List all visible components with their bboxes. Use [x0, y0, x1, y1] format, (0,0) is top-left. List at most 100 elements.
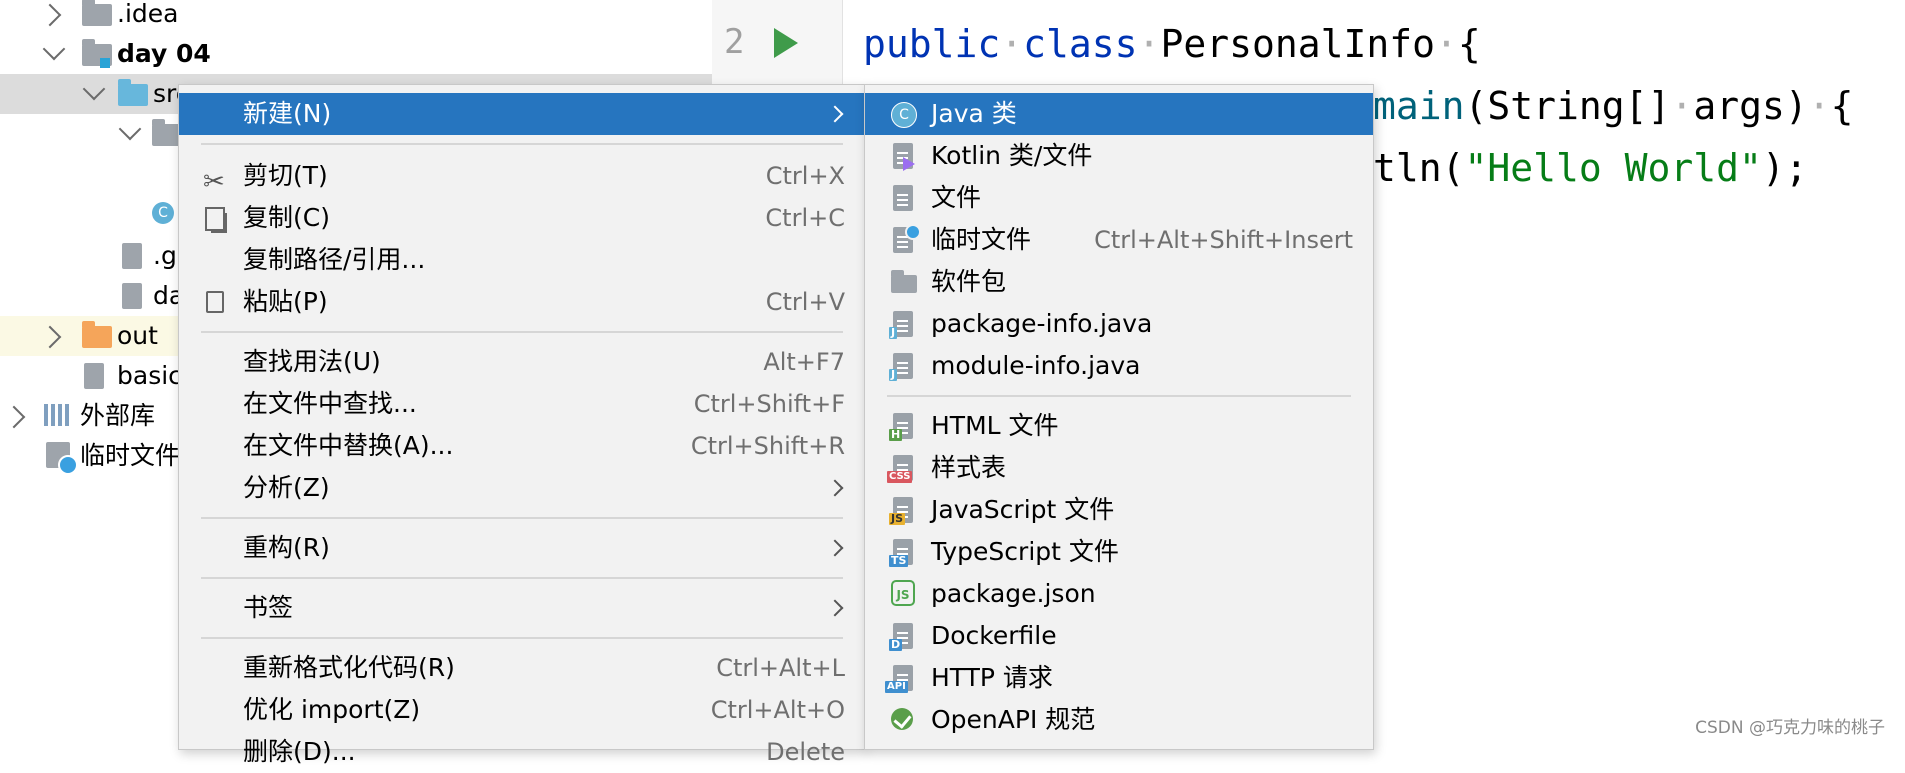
tree-item-module[interactable]: day 04 [0, 34, 712, 74]
menu-item-refactor[interactable]: 重构(R) [179, 527, 865, 569]
class-name: PersonalInfo [1160, 22, 1435, 66]
submenu-item-openapi[interactable]: OpenAPI 规范 [865, 699, 1373, 741]
watermark: CSDN @巧克力味的桃子 [1695, 718, 1885, 738]
submenu-item-typescript[interactable]: TS TypeScript 文件 [865, 531, 1373, 573]
string-literal: "Hello World" [1464, 146, 1762, 190]
submenu-item-package-info[interactable]: J package-info.java [865, 303, 1373, 345]
menu-item-reformat-code[interactable]: 重新格式化代码(R) Ctrl+Alt+L [179, 647, 865, 689]
tree-item-idea[interactable]: .idea [0, 0, 712, 34]
submenu-item-label: JavaScript 文件 [931, 495, 1115, 524]
code-line-3: tln("Hello World"); [1373, 146, 1808, 190]
run-icon[interactable] [774, 28, 798, 58]
menu-item-label: 复制(C) [243, 203, 330, 232]
keyword: class [1023, 22, 1138, 66]
menu-separator [201, 143, 843, 145]
submenu-item-label: HTTP 请求 [931, 663, 1053, 692]
submenu-item-http-request[interactable]: API HTTP 请求 [865, 657, 1373, 699]
menu-item-delete[interactable]: 删除(D)... Delete [179, 731, 865, 773]
tree-label: .idea [117, 0, 179, 28]
menu-item-label: 重构(R) [243, 533, 330, 562]
menu-item-copy-path[interactable]: 复制路径/引用... [179, 239, 865, 281]
submenu-item-stylesheet[interactable]: CSS 样式表 [865, 447, 1373, 489]
submenu-item-package-json[interactable]: JS package.json [865, 573, 1373, 615]
clock-icon [58, 455, 78, 475]
menu-item-analyze[interactable]: 分析(Z) [179, 467, 865, 509]
menu-item-find-in-files[interactable]: 在文件中查找... Ctrl+Shift+F [179, 383, 865, 425]
context-menu: 新建(N) ✂ 剪切(T) Ctrl+X 复制(C) Ctrl+C 复制路径/引… [178, 84, 866, 766]
chevron-down-icon[interactable] [118, 117, 142, 141]
keyword: public [863, 22, 1001, 66]
menu-item-shortcut: Alt+F7 [763, 348, 845, 376]
brace: { [1457, 22, 1481, 66]
submenu-item-javascript[interactable]: JS JavaScript 文件 [865, 489, 1373, 531]
menu-separator [201, 331, 843, 333]
code-line-2: main(String[]·args)·{ [1373, 84, 1854, 128]
submenu-item-label: 软件包 [931, 267, 1007, 296]
java-class-icon: C [152, 202, 174, 224]
js-badge-icon: JS [889, 512, 906, 525]
menu-item-cut[interactable]: ✂ 剪切(T) Ctrl+X [179, 155, 865, 197]
submenu-item-package[interactable]: 软件包 [865, 261, 1373, 303]
tree-label: day 04 [117, 39, 211, 68]
submenu-item-dockerfile[interactable]: D Dockerfile [865, 615, 1373, 657]
submenu-arrow-icon [826, 539, 844, 557]
submenu-item-scratch[interactable]: 临时文件 Ctrl+Alt+Shift+Insert [865, 219, 1373, 261]
submenu-item-html[interactable]: H HTML 文件 [865, 405, 1373, 447]
editor-gutter: 2 [712, 0, 843, 90]
nodejs-icon: JS [891, 580, 915, 606]
menu-item-shortcut: Ctrl+Alt+O [710, 696, 845, 724]
submenu-item-label: HTML 文件 [931, 411, 1059, 440]
menu-item-label: 分析(Z) [243, 473, 330, 502]
menu-item-label: 在文件中替换(A)... [243, 431, 454, 460]
html-badge-icon: H [889, 428, 903, 441]
menu-item-paste[interactable]: 粘贴(P) Ctrl+V [179, 281, 865, 323]
ts-badge-icon: TS [889, 554, 909, 567]
menu-item-shortcut: Ctrl+C [765, 204, 845, 232]
iml-file-icon [84, 363, 104, 389]
menu-item-shortcut: Ctrl+X [765, 162, 845, 190]
submenu-item-label: 临时文件 [931, 225, 1032, 254]
kotlin-badge-icon [903, 157, 915, 171]
submenu-item-label: 文件 [931, 183, 982, 212]
menu-item-optimize-imports[interactable]: 优化 import(Z) Ctrl+Alt+O [179, 689, 865, 731]
menu-item-new[interactable]: 新建(N) [179, 93, 865, 135]
method-name: main [1373, 84, 1465, 128]
docker-badge-icon: D [889, 638, 903, 651]
submenu-item-label: OpenAPI 规范 [931, 705, 1096, 734]
menu-item-shortcut: Delete [766, 738, 845, 766]
menu-item-find-usages[interactable]: 查找用法(U) Alt+F7 [179, 341, 865, 383]
submenu-item-label: Kotlin 类/文件 [931, 141, 1093, 170]
module-badge-icon [100, 58, 110, 68]
css-badge-icon: CSS [887, 471, 913, 483]
library-icon [44, 404, 72, 426]
submenu-arrow-icon [826, 479, 844, 497]
menu-separator [201, 577, 843, 579]
chevron-down-icon[interactable] [42, 37, 66, 61]
java-badge-icon: J [889, 326, 898, 339]
menu-item-replace-in-files[interactable]: 在文件中替换(A)... Ctrl+Shift+R [179, 425, 865, 467]
chevron-right-icon[interactable] [2, 405, 26, 429]
menu-item-bookmarks[interactable]: 书签 [179, 587, 865, 629]
menu-item-shortcut: Ctrl+Shift+F [693, 390, 845, 418]
menu-item-copy[interactable]: 复制(C) Ctrl+C [179, 197, 865, 239]
menu-item-label: 书签 [243, 593, 294, 622]
submenu-item-module-info[interactable]: J module-info.java [865, 345, 1373, 387]
submenu-item-label: 样式表 [931, 453, 1007, 482]
file-icon [893, 185, 913, 211]
clipboard-icon [206, 291, 224, 313]
chevron-down-icon[interactable] [82, 77, 106, 101]
submenu-item-kotlin[interactable]: Kotlin 类/文件 [865, 135, 1373, 177]
submenu-item-java-class[interactable]: C Java 类 [865, 93, 1373, 135]
submenu-item-file[interactable]: 文件 [865, 177, 1373, 219]
submenu-arrow-icon [826, 599, 844, 617]
api-badge-icon: API [885, 681, 908, 693]
iml-file-icon [122, 283, 142, 309]
chevron-right-icon[interactable] [38, 3, 62, 27]
menu-item-label: 复制路径/引用... [243, 245, 426, 274]
copy-icon [205, 207, 225, 231]
chevron-right-icon[interactable] [38, 325, 62, 349]
menu-separator [201, 637, 843, 639]
excluded-folder-icon [82, 321, 112, 348]
menu-item-label: 查找用法(U) [243, 347, 381, 376]
submenu-item-label: package-info.java [931, 309, 1153, 338]
